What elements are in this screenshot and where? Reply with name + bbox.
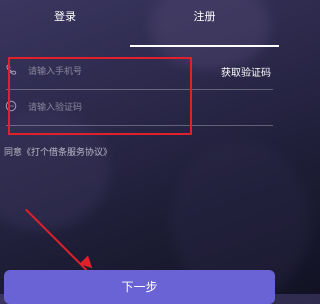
annotation-highlight-box	[8, 57, 192, 135]
tab-login[interactable]: 登录	[0, 0, 130, 48]
next-step-button[interactable]: 下一步	[4, 270, 275, 304]
get-code-button[interactable]: 获取验证码	[221, 64, 271, 79]
active-tab-indicator	[130, 45, 279, 47]
agreement-link[interactable]: 同意《打个借条服务协议》	[4, 145, 112, 158]
auth-tabs: 登录 注册	[0, 0, 279, 48]
tab-register[interactable]: 注册	[130, 0, 279, 48]
